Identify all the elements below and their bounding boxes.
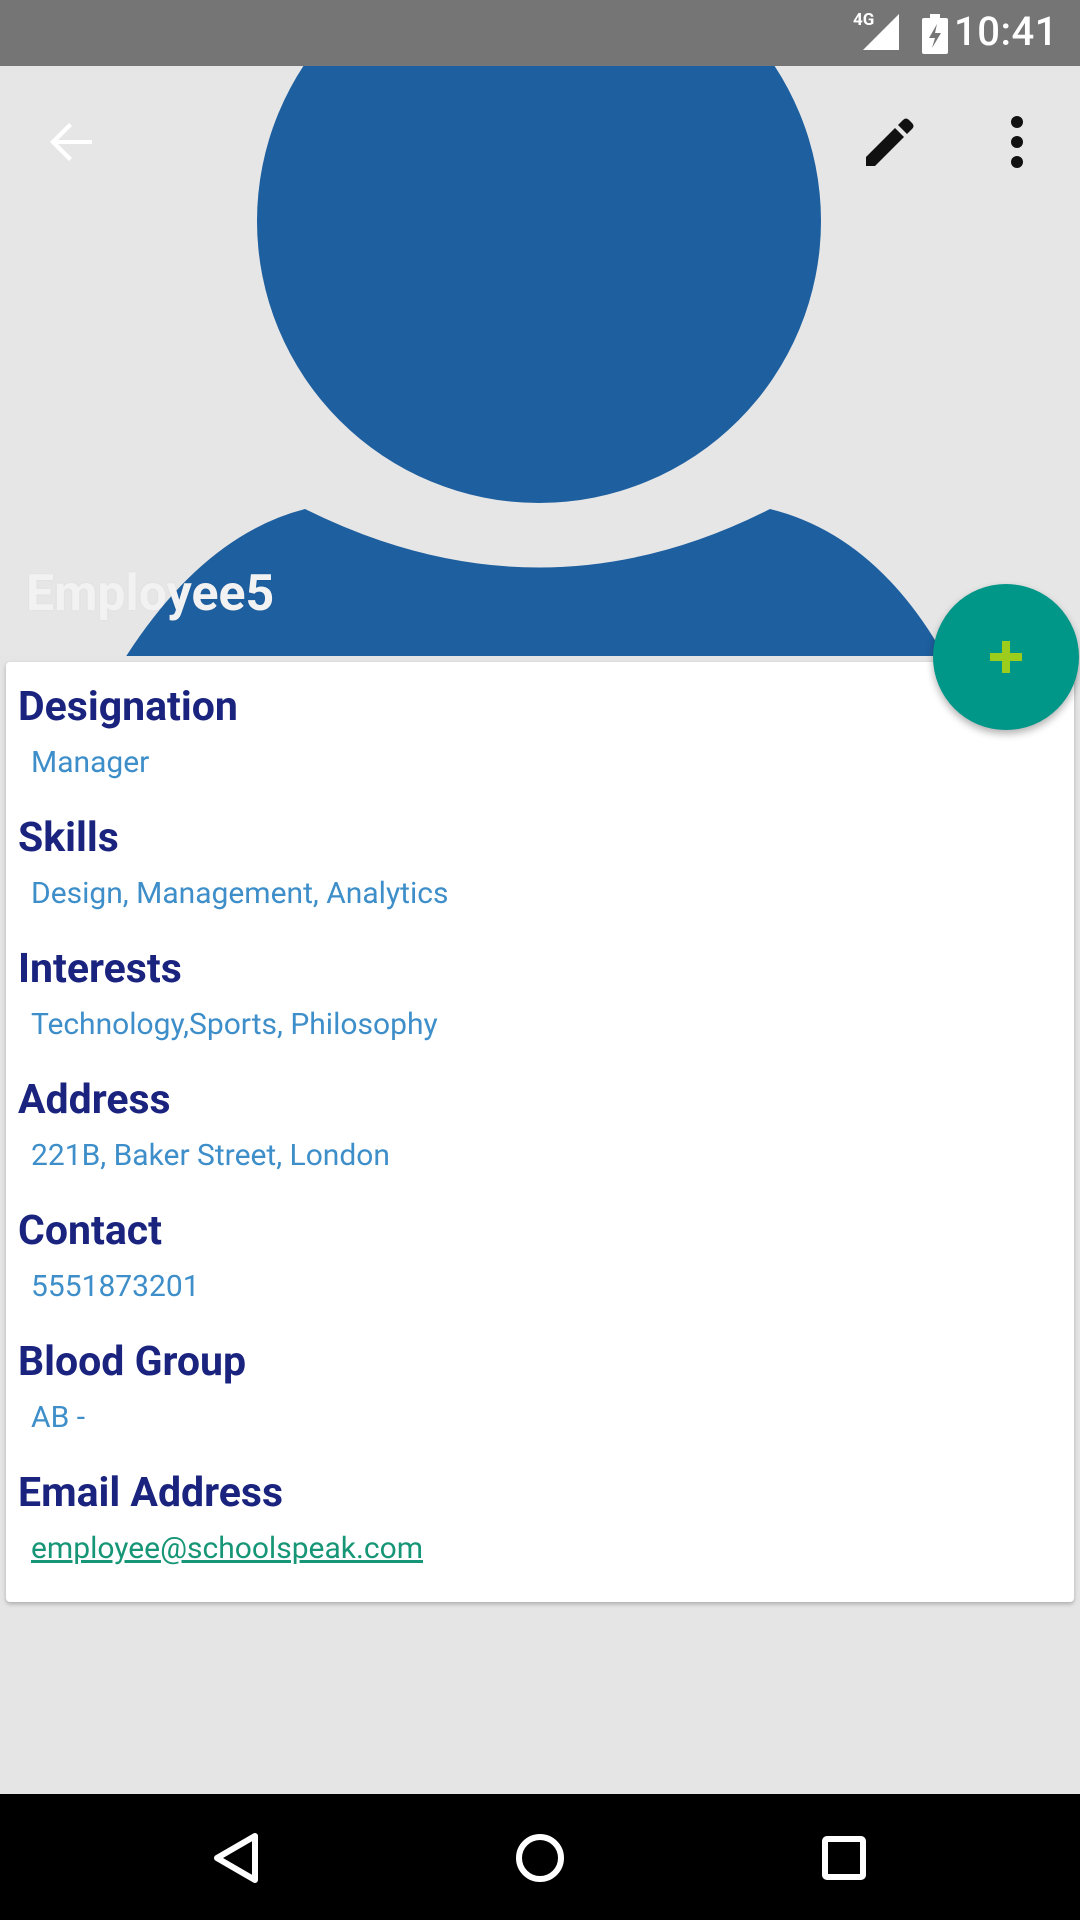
interests-field: Interests Technology,Sports, Philosophy — [18, 949, 438, 1040]
profile-name: Employee5 — [26, 565, 275, 623]
blood-group-value: AB - — [31, 1400, 85, 1435]
navigation-bar — [0, 1794, 1080, 1920]
skills-label: Skills — [18, 814, 119, 862]
blood-group-field: Blood Group AB - — [18, 1342, 246, 1433]
contact-field: Contact 5551873201 — [18, 1211, 200, 1302]
contact-label: Contact — [18, 1207, 163, 1255]
nav-home-icon[interactable] — [500, 1818, 580, 1898]
more-vert-icon[interactable] — [985, 110, 1049, 174]
battery-icon — [922, 14, 948, 54]
signal-icon — [863, 14, 899, 50]
plus-icon — [990, 641, 1022, 673]
address-field: Address 221B, Baker Street, London — [18, 1080, 390, 1171]
address-value: 221B, Baker Street, London — [31, 1138, 390, 1173]
pencil-icon[interactable] — [858, 110, 922, 174]
interests-value: Technology,Sports, Philosophy — [31, 1007, 438, 1042]
interests-label: Interests — [18, 945, 182, 993]
nav-recents-icon[interactable] — [804, 1818, 884, 1898]
contact-value[interactable]: 5551873201 — [31, 1272, 200, 1302]
designation-field: Designation Manager — [18, 687, 238, 778]
blood-group-label: Blood Group — [18, 1338, 247, 1386]
nav-back-icon[interactable] — [197, 1818, 277, 1898]
skills-field: Skills Design, Management, Analytics — [18, 818, 448, 909]
designation-value: Manager — [31, 745, 150, 780]
designation-label: Designation — [18, 683, 238, 731]
email-link[interactable]: employee@schoolspeak.com — [31, 1534, 423, 1564]
clock: 10:41 — [954, 8, 1058, 55]
status-bar: 4G 10:41 — [0, 0, 1080, 66]
skills-value: Design, Management, Analytics — [31, 876, 449, 911]
add-button[interactable] — [933, 584, 1079, 730]
address-label: Address — [18, 1076, 171, 1124]
email-label: Email Address — [18, 1469, 284, 1517]
details-card: Designation Manager Skills Design, Manag… — [6, 662, 1074, 1602]
arrow-back-icon[interactable] — [40, 110, 104, 174]
email-field: Email Address employee@schoolspeak.com — [18, 1473, 423, 1564]
